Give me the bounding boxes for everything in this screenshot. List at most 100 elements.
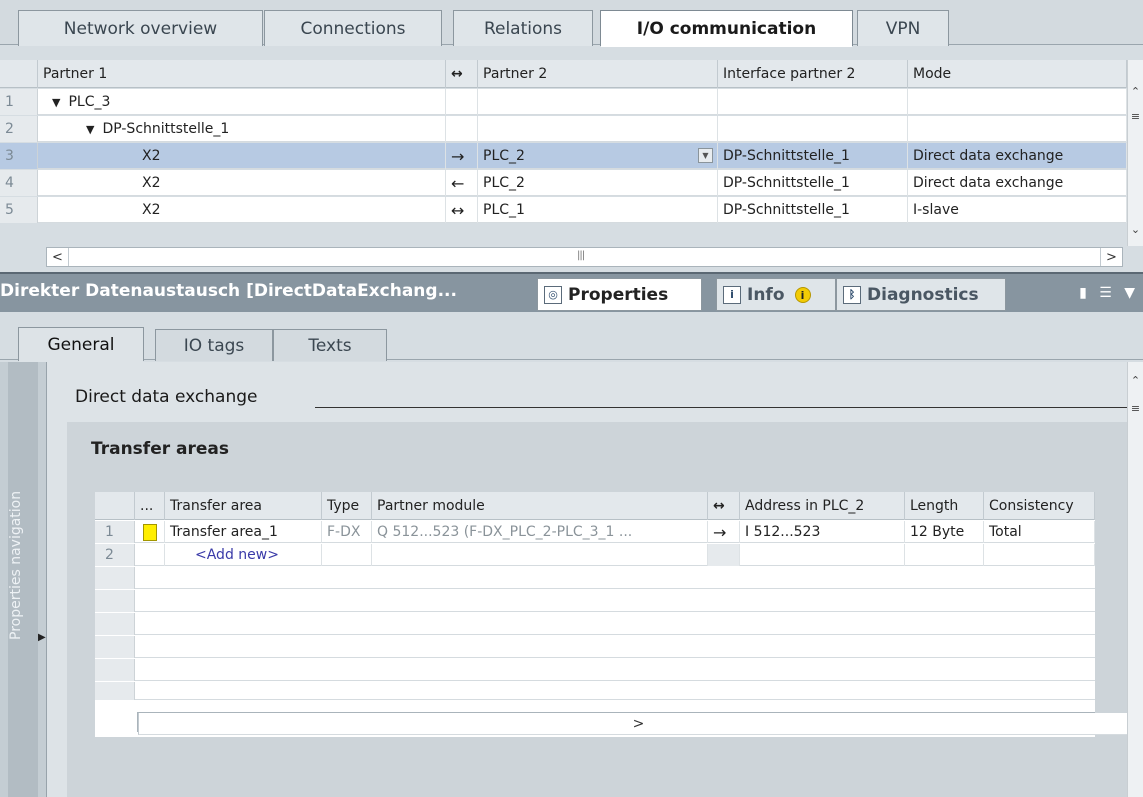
inspector-vertical-scrollbar[interactable]: ⌃ ≡: [1127, 362, 1143, 797]
scroll-up-icon[interactable]: ⌃: [1128, 85, 1143, 98]
expand-triangle-icon[interactable]: ▼: [86, 123, 94, 136]
col-interface-partner2[interactable]: Interface partner 2: [718, 60, 908, 88]
row-num-header: [95, 492, 135, 520]
scroll-left-icon[interactable]: <: [47, 248, 69, 266]
scroll-down-icon[interactable]: ⌄: [1128, 223, 1143, 236]
transfer-horizontal-scrollbar[interactable]: < ||| >: [137, 712, 1138, 735]
table-header: ... Transfer area Type Partner module ↔ …: [95, 492, 1095, 520]
length-cell: 12 Byte: [905, 521, 984, 543]
marker-cell: [135, 521, 165, 543]
type-cell: [322, 544, 372, 566]
partner2-value: PLC_2: [483, 148, 525, 164]
panel-title: Transfer areas: [91, 439, 230, 459]
direction-cell: →: [446, 143, 478, 169]
type-cell: F-DX: [322, 521, 372, 543]
scroll-up-icon[interactable]: ⌃: [1128, 374, 1143, 387]
interface-cell: DP-Schnittstelle_1: [718, 197, 908, 223]
interface-cell: [718, 116, 908, 142]
top-vertical-scrollbar[interactable]: ⌃ ≡ ⌄: [1127, 60, 1143, 246]
empty-row: [95, 682, 1095, 700]
expand-triangle-icon[interactable]: ▼: [52, 96, 60, 109]
subtab-label: Texts: [308, 335, 352, 356]
partner1-cell: ▼ DP-Schnittstelle_1: [38, 116, 446, 142]
scroll-right-icon[interactable]: >: [1100, 248, 1122, 266]
tab-relations[interactable]: Relations: [453, 10, 593, 46]
scroll-right-icon[interactable]: >: [138, 713, 1138, 735]
tab-info[interactable]: i Info i: [716, 278, 836, 311]
table-row-selected[interactable]: 3 X2 → PLC_2 ▼ DP-Schnittstelle_1 Direct…: [0, 143, 1127, 169]
empty-row: [95, 659, 1095, 681]
scroll-grip-icon[interactable]: ≡: [1128, 402, 1143, 415]
add-new-link[interactable]: <Add new>: [165, 544, 322, 566]
col-partner1[interactable]: Partner 1: [38, 60, 446, 88]
mode-cell: [908, 116, 1127, 142]
tab-diagnostics[interactable]: ᛒ Diagnostics: [836, 278, 1006, 311]
arrow-right-icon: →: [451, 146, 465, 166]
direction-cell: →: [708, 521, 740, 543]
inspector-title-bar: Direkter Datenaustausch [DirectDataExcha…: [0, 272, 1143, 312]
tab-connections[interactable]: Connections: [264, 10, 442, 46]
table-header: Partner 1 ↔ Partner 2 Interface partner …: [0, 60, 1127, 88]
subtab-texts[interactable]: Texts: [273, 329, 387, 361]
inspector-title: Direkter Datenaustausch [DirectDataExcha…: [0, 281, 457, 301]
nav-expand-icon[interactable]: ▶: [38, 632, 46, 643]
inspector-subtabs: General IO tags Texts: [0, 312, 1143, 362]
col-consistency[interactable]: Consistency: [984, 492, 1095, 520]
row-number: [95, 567, 135, 589]
col-mode[interactable]: Mode: [908, 60, 1127, 88]
dropdown-arrow-icon[interactable]: ▼: [698, 148, 713, 163]
tab-label: Connections: [300, 18, 406, 39]
scroll-grip-icon[interactable]: |||: [577, 250, 585, 261]
col-partner-module[interactable]: Partner module: [372, 492, 708, 520]
partner-module-cell: [372, 544, 708, 566]
col-marker[interactable]: ...: [135, 492, 165, 520]
direction-cell: ←: [446, 170, 478, 196]
col-partner2[interactable]: Partner 2: [478, 60, 718, 88]
row-number: 2: [0, 116, 38, 142]
tab-properties[interactable]: ◎ Properties: [537, 278, 702, 311]
tab-label: Relations: [483, 18, 563, 39]
general-content: Direct data exchange Transfer areas ... …: [47, 362, 1138, 797]
tab-io-communication[interactable]: I/O communication: [600, 10, 853, 47]
arrow-right-icon: →: [713, 522, 727, 542]
top-horizontal-scrollbar[interactable]: < ||| >: [46, 247, 1123, 267]
tab-vpn[interactable]: VPN: [857, 10, 949, 46]
subtab-io-tags[interactable]: IO tags: [155, 329, 273, 361]
subtab-label: General: [47, 334, 115, 355]
table-row[interactable]: 1 Transfer area_1 F-DX Q 512...523 (F-DX…: [95, 521, 1095, 543]
col-length[interactable]: Length: [905, 492, 984, 520]
mode-cell: Direct data exchange: [908, 170, 1127, 196]
transfer-areas-table: ... Transfer area Type Partner module ↔ …: [95, 492, 1138, 737]
row-number: 1: [0, 89, 38, 115]
direction-cell: [708, 544, 740, 566]
col-direction[interactable]: ↔: [708, 492, 740, 520]
tab-label: Network overview: [63, 18, 218, 39]
direction-cell: [446, 89, 478, 115]
subtab-general[interactable]: General: [18, 327, 144, 362]
address-input[interactable]: I 512...523: [740, 521, 905, 543]
scroll-grip-icon[interactable]: ≡: [1128, 110, 1143, 123]
empty-row: [95, 590, 1095, 612]
arrow-left-icon: ←: [451, 173, 465, 193]
tab-network-overview[interactable]: Network overview: [18, 10, 263, 46]
partner2-cell[interactable]: PLC_2 ▼: [478, 143, 718, 169]
col-address[interactable]: Address in PLC_2: [740, 492, 905, 520]
col-transfer-area[interactable]: Transfer area: [165, 492, 322, 520]
table-row[interactable]: 2 ▼ DP-Schnittstelle_1: [0, 116, 1127, 142]
transfer-area-cell[interactable]: Transfer area_1: [165, 521, 322, 543]
table-row[interactable]: 1 ▼ PLC_3: [0, 89, 1127, 115]
table-row[interactable]: 2 <Add new>: [95, 544, 1095, 566]
window-controls-icon[interactable]: ▮ ☰ ▼: [1079, 285, 1139, 301]
mode-cell: Direct data exchange: [908, 143, 1127, 169]
col-type[interactable]: Type: [322, 492, 372, 520]
mode-cell: [908, 89, 1127, 115]
interface-cell: DP-Schnittstelle_1: [718, 143, 908, 169]
section-title: Direct data exchange: [75, 387, 258, 407]
table-row[interactable]: 4 X2 ← PLC_2 DP-Schnittstelle_1 Direct d…: [0, 170, 1127, 196]
partner2-cell: PLC_1: [478, 197, 718, 223]
col-direction[interactable]: ↔: [446, 60, 478, 88]
subtab-label: IO tags: [183, 335, 245, 356]
partner2-cell: PLC_2: [478, 170, 718, 196]
consistency-cell[interactable]: Total: [984, 521, 1095, 543]
table-row[interactable]: 5 X2 ↔ PLC_1 DP-Schnittstelle_1 I-slave: [0, 197, 1127, 223]
